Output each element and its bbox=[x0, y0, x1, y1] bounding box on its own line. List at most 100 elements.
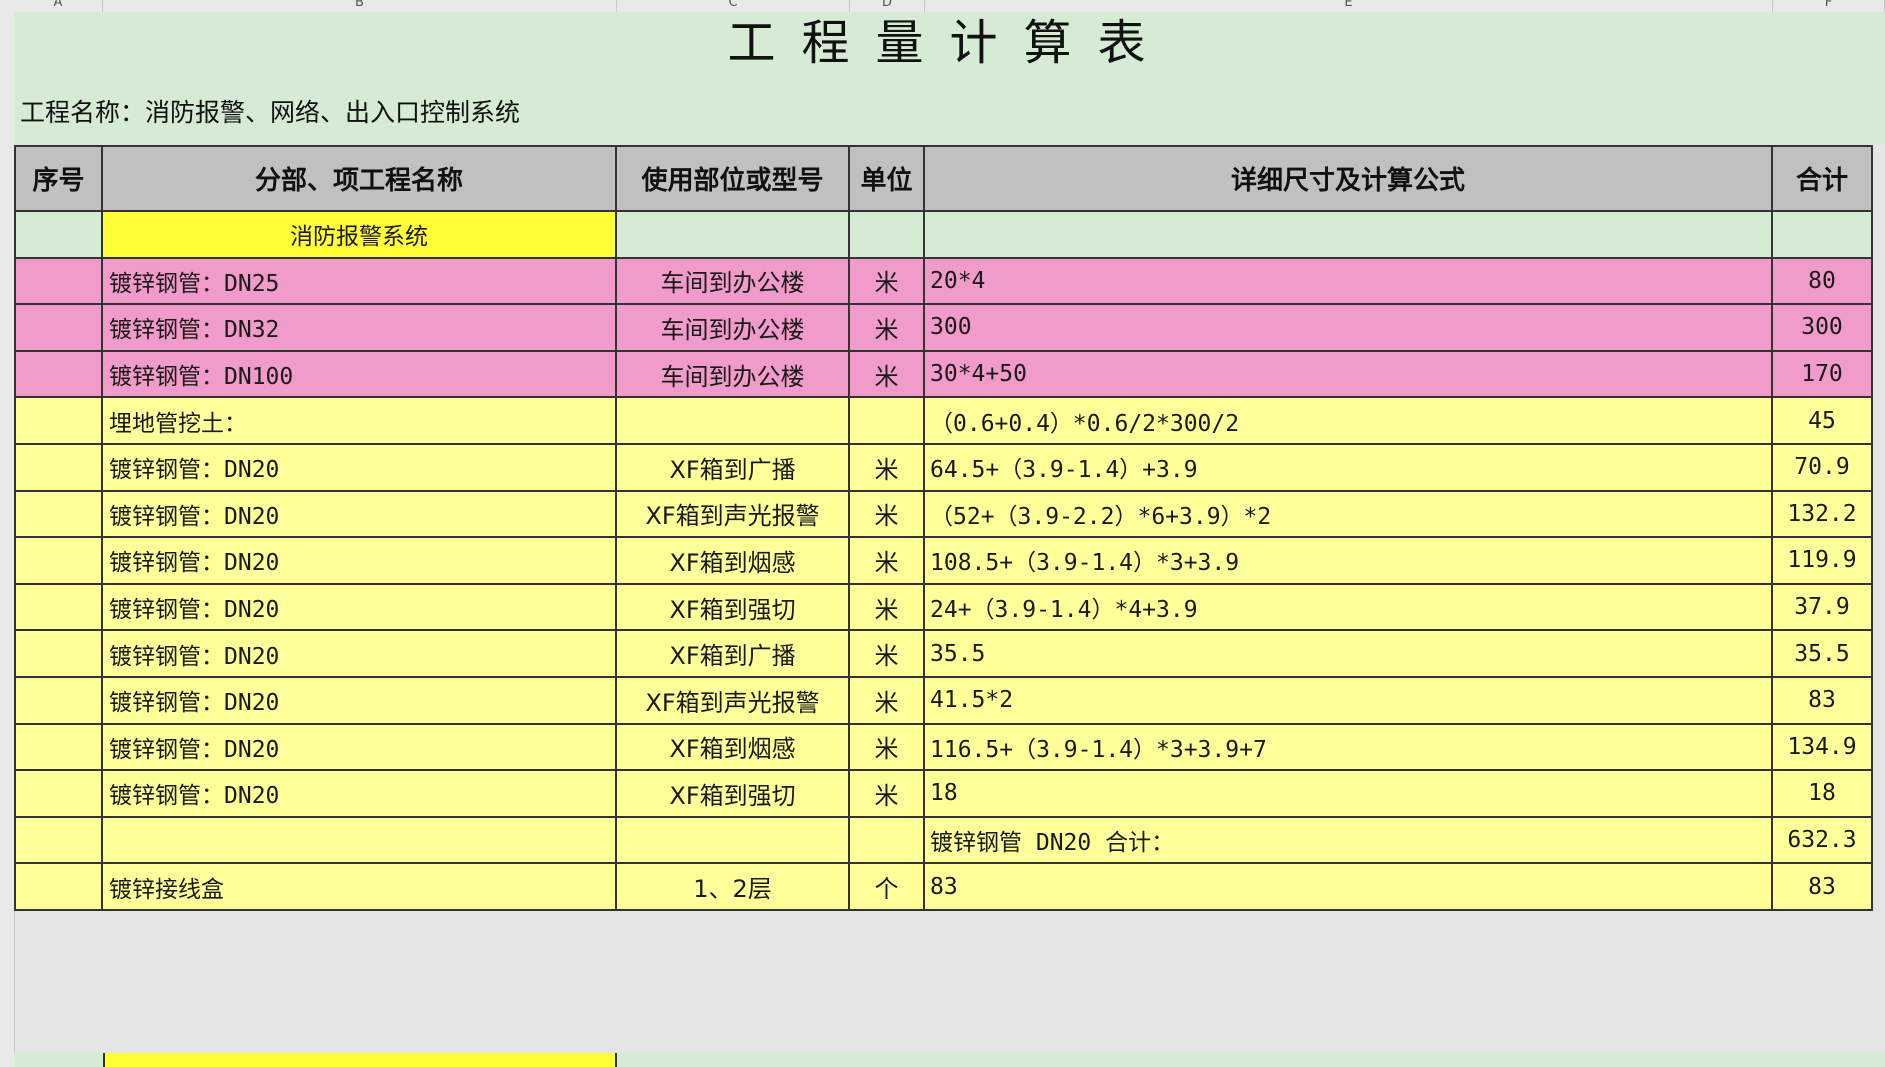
cell-no[interactable] bbox=[14, 817, 103, 865]
cell-location[interactable]: XF箱到声光报警 bbox=[617, 678, 850, 725]
cell-formula[interactable] bbox=[925, 212, 1773, 259]
cell-location[interactable]: XF箱到烟感 bbox=[617, 538, 850, 585]
header-cell-formula[interactable]: 详细尺寸及计算公式 bbox=[925, 145, 1773, 212]
cell-name[interactable]: 消防报警系统 bbox=[103, 212, 617, 259]
cell-name[interactable]: 镀锌钢管：DN32 bbox=[103, 305, 617, 352]
cell-total[interactable]: 632.3 bbox=[1773, 817, 1873, 865]
cell-unit[interactable]: 米 bbox=[850, 258, 925, 306]
cell-total[interactable]: 70.9 bbox=[1773, 445, 1873, 492]
column-header-d[interactable]: D bbox=[850, 0, 925, 12]
cell-formula[interactable]: 41.5*2 bbox=[925, 678, 1773, 725]
cell-location[interactable]: XF箱到广播 bbox=[617, 631, 850, 678]
cell-total[interactable]: 134.9 bbox=[1773, 724, 1873, 772]
cell-location[interactable]: XF箱到广播 bbox=[617, 445, 850, 492]
cell-unit[interactable]: 米 bbox=[850, 538, 925, 585]
header-cell-name[interactable]: 分部、项工程名称 bbox=[103, 145, 617, 212]
cell-location[interactable] bbox=[617, 817, 850, 865]
column-header-b[interactable]: B bbox=[103, 0, 617, 12]
cell-total[interactable]: 80 bbox=[1773, 258, 1873, 306]
cell-name[interactable]: 镀锌钢管：DN20 bbox=[103, 445, 617, 492]
cell-no[interactable] bbox=[14, 538, 103, 585]
cell-total[interactable]: 132.2 bbox=[1773, 491, 1873, 539]
cell-location[interactable]: 车间到办公楼 bbox=[617, 351, 850, 399]
column-header-c[interactable]: C bbox=[617, 0, 850, 12]
cell-total[interactable]: 170 bbox=[1773, 351, 1873, 399]
cell-formula[interactable]: （52+（3.9-2.2）*6+3.9）*2 bbox=[925, 491, 1773, 539]
cell-no[interactable] bbox=[14, 491, 103, 539]
cell-total[interactable] bbox=[1773, 212, 1873, 259]
project-name-cell[interactable]: 工程名称：消防报警、网络、出入口控制系统 bbox=[14, 72, 1885, 145]
cell-name[interactable]: 镀锌钢管：DN20 bbox=[103, 491, 617, 539]
sheet-title-cell[interactable]: 工程量计算表 bbox=[14, 12, 1885, 72]
cell-total[interactable]: 35.5 bbox=[1773, 631, 1873, 678]
cell-unit[interactable]: 米 bbox=[850, 445, 925, 492]
column-header-f[interactable]: F bbox=[1773, 0, 1885, 12]
cell-name[interactable]: 镀锌钢管：DN20 bbox=[103, 724, 617, 772]
cell-no[interactable] bbox=[14, 771, 103, 818]
cell-location[interactable]: 车间到办公楼 bbox=[617, 305, 850, 352]
cell-formula[interactable]: 35.5 bbox=[925, 631, 1773, 678]
cell-location[interactable]: XF箱到强切 bbox=[617, 584, 850, 632]
cell-total[interactable]: 37.9 bbox=[1773, 584, 1873, 632]
cell-formula[interactable]: 镀锌钢管 DN20 合计： bbox=[925, 817, 1773, 865]
cell-unit[interactable]: 米 bbox=[850, 491, 925, 539]
cell-no[interactable] bbox=[14, 398, 103, 445]
cell-no[interactable] bbox=[14, 724, 103, 772]
cell-location[interactable]: XF箱到烟感 bbox=[617, 724, 850, 772]
cell-no[interactable] bbox=[14, 305, 103, 352]
cell-unit[interactable]: 米 bbox=[850, 724, 925, 772]
cell-unit[interactable]: 米 bbox=[850, 351, 925, 399]
header-cell-unit[interactable]: 单位 bbox=[850, 145, 925, 212]
header-cell-no[interactable]: 序号 bbox=[14, 145, 103, 212]
cell-location[interactable]: XF箱到声光报警 bbox=[617, 491, 850, 539]
cell-name[interactable]: 镀锌钢管：DN20 bbox=[103, 538, 617, 585]
cell-no[interactable] bbox=[14, 258, 103, 306]
cell-name[interactable]: 镀锌钢管：DN20 bbox=[103, 678, 617, 725]
cell-unit[interactable]: 米 bbox=[850, 305, 925, 352]
row-header-gutter[interactable] bbox=[0, 12, 15, 1067]
cell-formula[interactable]: 83 bbox=[925, 864, 1773, 911]
cell-unit[interactable] bbox=[850, 398, 925, 445]
cell-formula[interactable]: 30*4+50 bbox=[925, 351, 1773, 399]
cell-formula[interactable]: 300 bbox=[925, 305, 1773, 352]
cell-name[interactable]: 镀锌钢管：DN20 bbox=[103, 771, 617, 818]
column-header-a[interactable]: A bbox=[14, 0, 103, 12]
cell-no[interactable] bbox=[14, 678, 103, 725]
cell-no[interactable] bbox=[14, 631, 103, 678]
cell-name[interactable]: 埋地管挖土： bbox=[103, 398, 617, 445]
cell-no[interactable] bbox=[14, 864, 103, 911]
cell-total[interactable]: 83 bbox=[1773, 678, 1873, 725]
cell-no[interactable] bbox=[14, 351, 103, 399]
cell-total[interactable]: 45 bbox=[1773, 398, 1873, 445]
cell-unit[interactable]: 米 bbox=[850, 584, 925, 632]
cell-unit[interactable]: 个 bbox=[850, 864, 925, 911]
cell-no[interactable] bbox=[14, 445, 103, 492]
cell-formula[interactable]: 18 bbox=[925, 771, 1773, 818]
cell-total[interactable]: 119.9 bbox=[1773, 538, 1873, 585]
cell-formula[interactable]: （0.6+0.4）*0.6/2*300/2 bbox=[925, 398, 1773, 445]
cell-location[interactable]: 车间到办公楼 bbox=[617, 258, 850, 306]
cell-location[interactable] bbox=[617, 398, 850, 445]
cell-name[interactable]: 镀锌钢管：DN100 bbox=[103, 351, 617, 399]
cell-unit[interactable] bbox=[850, 817, 925, 865]
cell-unit[interactable]: 米 bbox=[850, 678, 925, 725]
cell-formula[interactable]: 24+（3.9-1.4）*4+3.9 bbox=[925, 584, 1773, 632]
cell-total[interactable]: 18 bbox=[1773, 771, 1873, 818]
cell-total[interactable]: 83 bbox=[1773, 864, 1873, 911]
cell-total[interactable]: 300 bbox=[1773, 305, 1873, 352]
column-header-e[interactable]: E bbox=[925, 0, 1773, 12]
cell-formula[interactable]: 64.5+（3.9-1.4）+3.9 bbox=[925, 445, 1773, 492]
cell-no[interactable] bbox=[14, 212, 103, 259]
cell-name[interactable]: 镀锌钢管：DN20 bbox=[103, 631, 617, 678]
header-cell-location[interactable]: 使用部位或型号 bbox=[617, 145, 850, 212]
cell-name[interactable] bbox=[103, 817, 617, 865]
cell-location[interactable]: 1、2层 bbox=[617, 864, 850, 911]
cell-location[interactable]: XF箱到强切 bbox=[617, 771, 850, 818]
cell-location[interactable] bbox=[617, 212, 850, 259]
cell-name[interactable]: 镀锌接线盒 bbox=[103, 864, 617, 911]
cell-formula[interactable]: 20*4 bbox=[925, 258, 1773, 306]
cell-formula[interactable]: 116.5+（3.9-1.4）*3+3.9+7 bbox=[925, 724, 1773, 772]
cell-name[interactable]: 镀锌钢管：DN25 bbox=[103, 258, 617, 306]
cell-name[interactable]: 镀锌钢管：DN20 bbox=[103, 584, 617, 632]
cell-no[interactable] bbox=[14, 584, 103, 632]
